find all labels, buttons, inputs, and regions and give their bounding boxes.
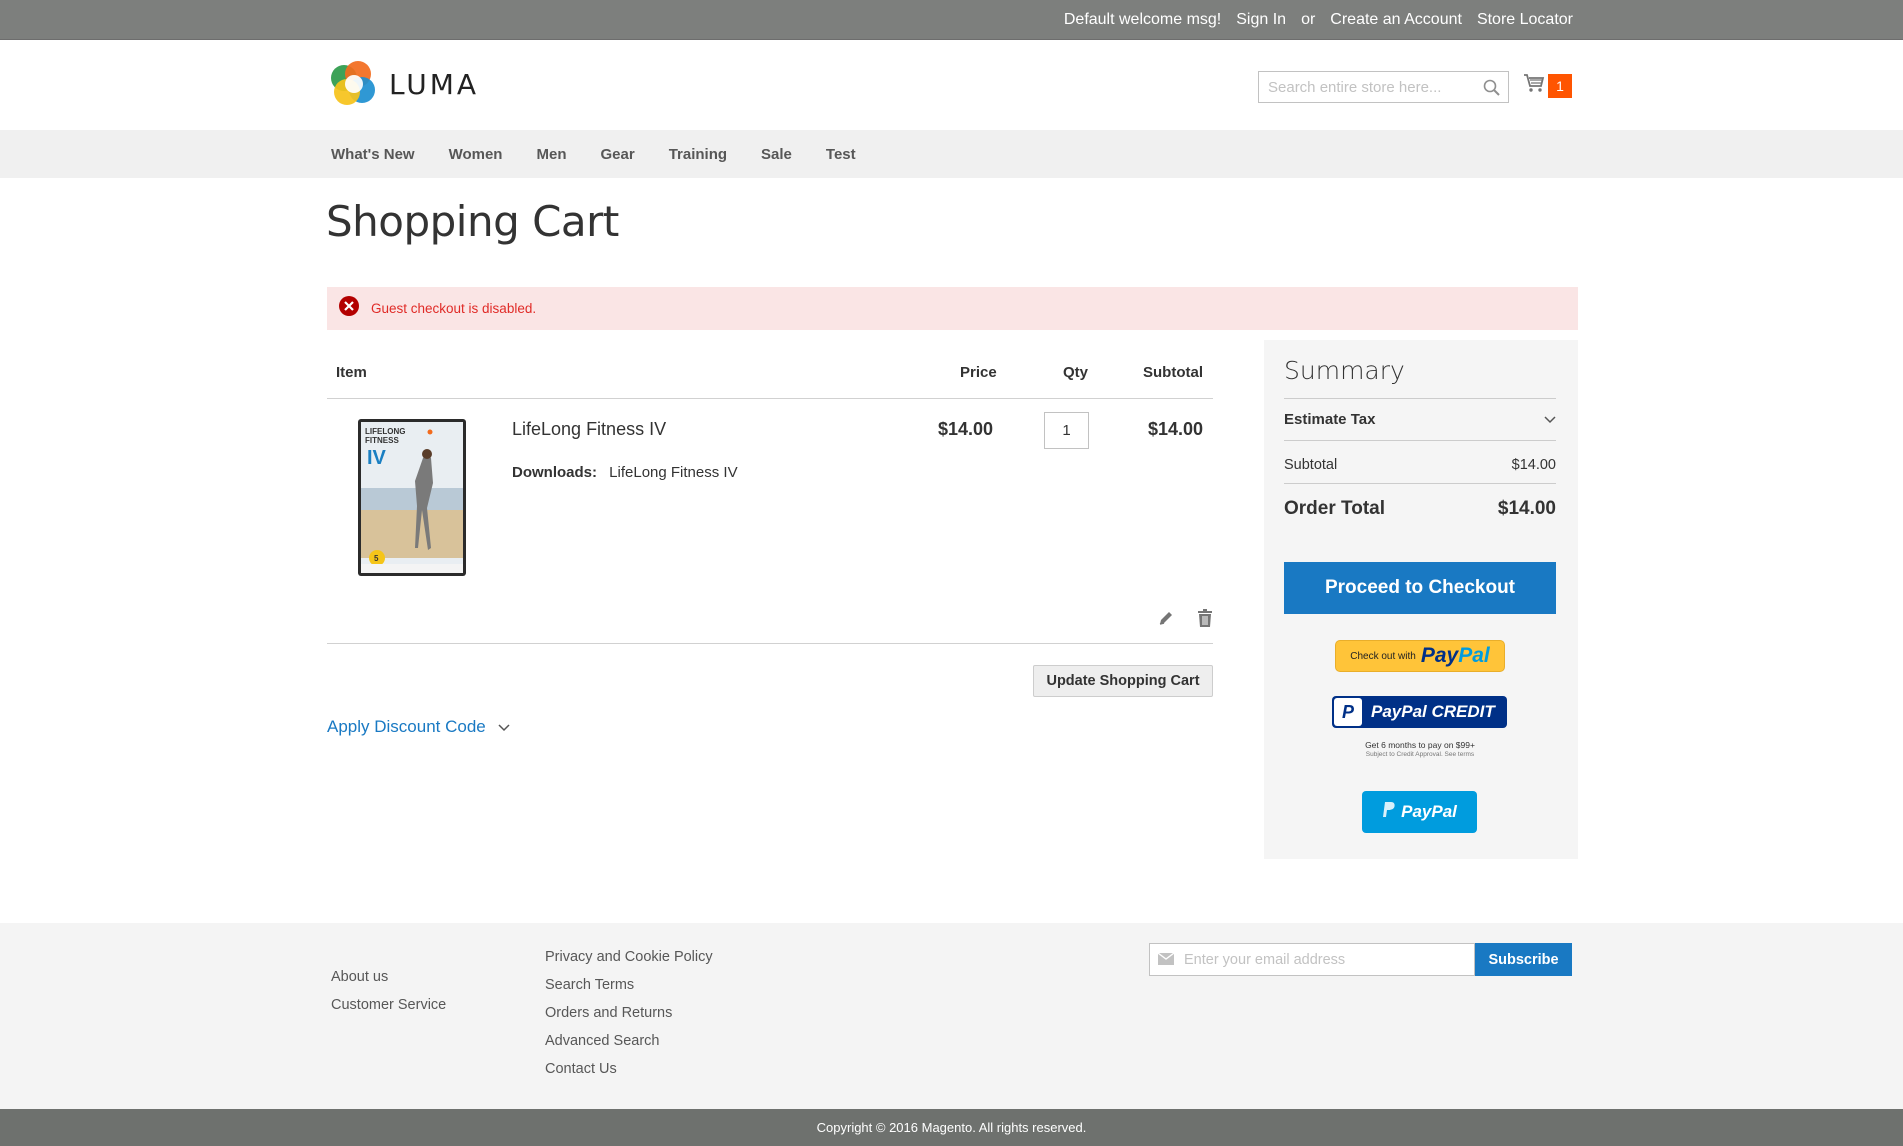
copyright: Copyright © 2016 Magento. All rights res… [0, 1109, 1903, 1146]
logo-link[interactable]: LUMA [331, 61, 479, 107]
paypal-button[interactable]: PayPal [1362, 791, 1477, 833]
paypal-p-icon: P [1334, 698, 1362, 726]
paypal-button-text: PayPal [1401, 802, 1457, 821]
svg-text:IV: IV [367, 447, 387, 469]
delete-icon[interactable] [1197, 609, 1213, 632]
paypal-logo-text: PayPal [1421, 644, 1490, 668]
nav-item-whats-new[interactable]: What's New [331, 146, 415, 163]
chevron-down-icon [1544, 411, 1556, 428]
proceed-to-checkout-button[interactable]: Proceed to Checkout [1284, 562, 1556, 614]
summary-subtotal-row: Subtotal $14.00 [1284, 454, 1556, 476]
sign-in-link[interactable]: Sign In [1236, 11, 1286, 29]
nav-item-sale[interactable]: Sale [761, 146, 792, 163]
apply-discount-label: Apply Discount Code [327, 717, 486, 736]
footer-links-col1: About us Customer Service [331, 963, 446, 1019]
newsletter-field [1149, 943, 1475, 976]
nav-item-training[interactable]: Training [669, 146, 727, 163]
cart-icon [1523, 73, 1545, 98]
cart-table: Item Price Qty Subtotal LIFELONG FITNESS… [327, 347, 1213, 697]
footer-link-orders-returns[interactable]: Orders and Returns [545, 1005, 672, 1021]
footer-link-search-terms[interactable]: Search Terms [545, 977, 634, 993]
paypal-word-pay: Pay [1420, 644, 1459, 667]
nav-item-test[interactable]: Test [826, 146, 856, 163]
cart-table-header: Item Price Qty Subtotal [327, 347, 1213, 399]
cart-summary: Summary Estimate Tax Subtotal $14.00 Ord… [1264, 340, 1578, 859]
footer: About us Customer Service Privacy and Co… [0, 923, 1903, 1109]
column-header-qty: Qty [1063, 364, 1089, 381]
svg-text:5: 5 [374, 554, 379, 563]
edit-icon[interactable] [1157, 609, 1175, 632]
chevron-down-icon [498, 717, 510, 737]
newsletter-email-input[interactable] [1184, 951, 1464, 968]
downloads-value: LifeLong Fitness IV [609, 464, 738, 481]
luma-logo-icon [331, 61, 377, 107]
update-cart-button[interactable]: Update Shopping Cart [1033, 665, 1213, 697]
error-icon [338, 295, 360, 322]
page-title: Shopping Cart [326, 197, 619, 246]
footer-link-advanced-search[interactable]: Advanced Search [545, 1033, 659, 1049]
subscribe-button[interactable]: Subscribe [1475, 943, 1572, 976]
item-price: $14.00 [937, 419, 993, 439]
header: LUMA 1 [0, 40, 1903, 130]
column-header-subtotal: Subtotal [1143, 364, 1203, 381]
footer-link-customer-service[interactable]: Customer Service [331, 997, 446, 1013]
search-box [1258, 71, 1509, 103]
order-total-label: Order Total [1284, 497, 1385, 519]
svg-text:LIFELONG: LIFELONG [365, 427, 405, 436]
summary-title: Summary [1284, 356, 1405, 385]
search-input[interactable] [1259, 72, 1469, 102]
nav-item-women[interactable]: Women [449, 146, 503, 163]
paypal-credit-text: PayPal CREDIT [1371, 702, 1495, 721]
cart-count-badge: 1 [1548, 73, 1572, 98]
paypal-credit-note-text: Get 6 months to pay on $99+ [1365, 740, 1475, 750]
welcome-message: Default welcome msg! [1063, 11, 1222, 28]
estimate-tax-toggle[interactable]: Estimate Tax [1284, 398, 1556, 441]
paypal-word-pal: Pal [1458, 644, 1490, 667]
footer-link-about-us[interactable]: About us [331, 969, 388, 985]
downloads-info: Downloads: LifeLong Fitness IV [512, 464, 738, 481]
paypal-credit-button[interactable]: P PayPal CREDIT [1332, 696, 1507, 728]
paypal-credit-subnote: Subject to Credit Approval. See terms [1365, 751, 1475, 758]
main-navigation: What's New Women Men Gear Training Sale … [0, 130, 1903, 178]
order-total-row: Order Total $14.00 [1284, 483, 1556, 533]
footer-links-col2: Privacy and Cookie Policy Search Terms O… [545, 943, 713, 1083]
top-links: Default welcome msg! Sign In or Create a… [1064, 0, 1573, 40]
apply-discount-toggle[interactable]: Apply Discount Code [327, 717, 510, 737]
svg-text:FITNESS: FITNESS [365, 436, 399, 445]
qty-input[interactable] [1044, 412, 1089, 449]
error-message: Guest checkout is disabled. [327, 287, 1578, 330]
paypal-checkout-small-text: Check out with [1350, 650, 1416, 662]
nav-item-gear[interactable]: Gear [600, 146, 634, 163]
column-header-price: Price [960, 364, 997, 381]
error-message-text: Guest checkout is disabled. [371, 301, 537, 316]
paypal-checkout-button[interactable]: Check out with PayPal [1335, 640, 1505, 672]
item-subtotal: $14.00 [1147, 419, 1203, 439]
item-actions [1157, 609, 1213, 632]
downloads-label: Downloads: [512, 464, 597, 481]
product-image[interactable]: LIFELONG FITNESS IV 5 [355, 418, 468, 577]
cart-item-row: LIFELONG FITNESS IV 5 LifeLong Fitness I… [327, 399, 1213, 644]
logo-text: LUMA [389, 67, 480, 101]
store-locator-link[interactable]: Store Locator [1477, 11, 1573, 29]
minicart-button[interactable]: 1 [1523, 73, 1572, 98]
summary-subtotal-label: Subtotal [1284, 457, 1338, 473]
estimate-tax-label: Estimate Tax [1284, 411, 1376, 428]
top-panel: Default welcome msg! Sign In or Create a… [0, 0, 1903, 40]
envelope-icon [1157, 950, 1175, 970]
paypal-p-icon [1382, 801, 1396, 823]
footer-link-contact-us[interactable]: Contact Us [545, 1061, 617, 1077]
order-total-value: $14.00 [1497, 497, 1556, 519]
create-account-link[interactable]: Create an Account [1330, 11, 1462, 29]
column-header-item: Item [336, 364, 367, 381]
newsletter-form: Subscribe [1149, 943, 1572, 976]
footer-link-privacy[interactable]: Privacy and Cookie Policy [545, 949, 713, 965]
or-text: or [1301, 11, 1316, 28]
paypal-credit-note: Get 6 months to pay on $99+ Subject to C… [1284, 741, 1556, 759]
product-name-link[interactable]: LifeLong Fitness IV [512, 419, 666, 440]
search-icon[interactable] [1483, 79, 1500, 101]
summary-subtotal-value: $14.00 [1511, 457, 1556, 473]
nav-item-men[interactable]: Men [536, 146, 566, 163]
